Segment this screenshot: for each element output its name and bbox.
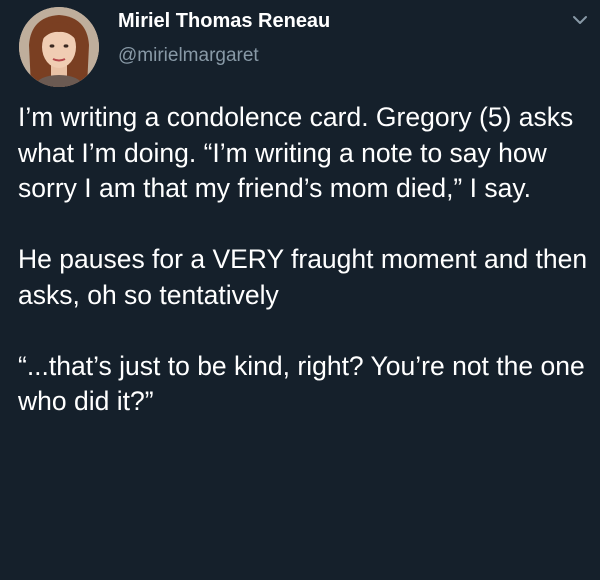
tweet-paragraph: “...that’s just to be kind, right? You’r… (18, 350, 585, 417)
tweet-paragraph: He pauses for a VERY fraught moment and … (18, 244, 588, 310)
tweet-paragraph: I’m writing a condolence card. Gregory (… (18, 102, 574, 203)
avatar[interactable] (19, 7, 99, 87)
avatar-image (19, 7, 99, 87)
chevron-down-icon[interactable] (568, 8, 592, 32)
tweet-card: Miriel Thomas Reneau @mirielmargaret I’m… (0, 0, 600, 580)
tweet-text: I’m writing a condolence card. Gregory (… (18, 100, 588, 420)
author-handle[interactable]: @mirielmargaret (118, 44, 259, 68)
author-display-name[interactable]: Miriel Thomas Reneau (118, 9, 330, 33)
